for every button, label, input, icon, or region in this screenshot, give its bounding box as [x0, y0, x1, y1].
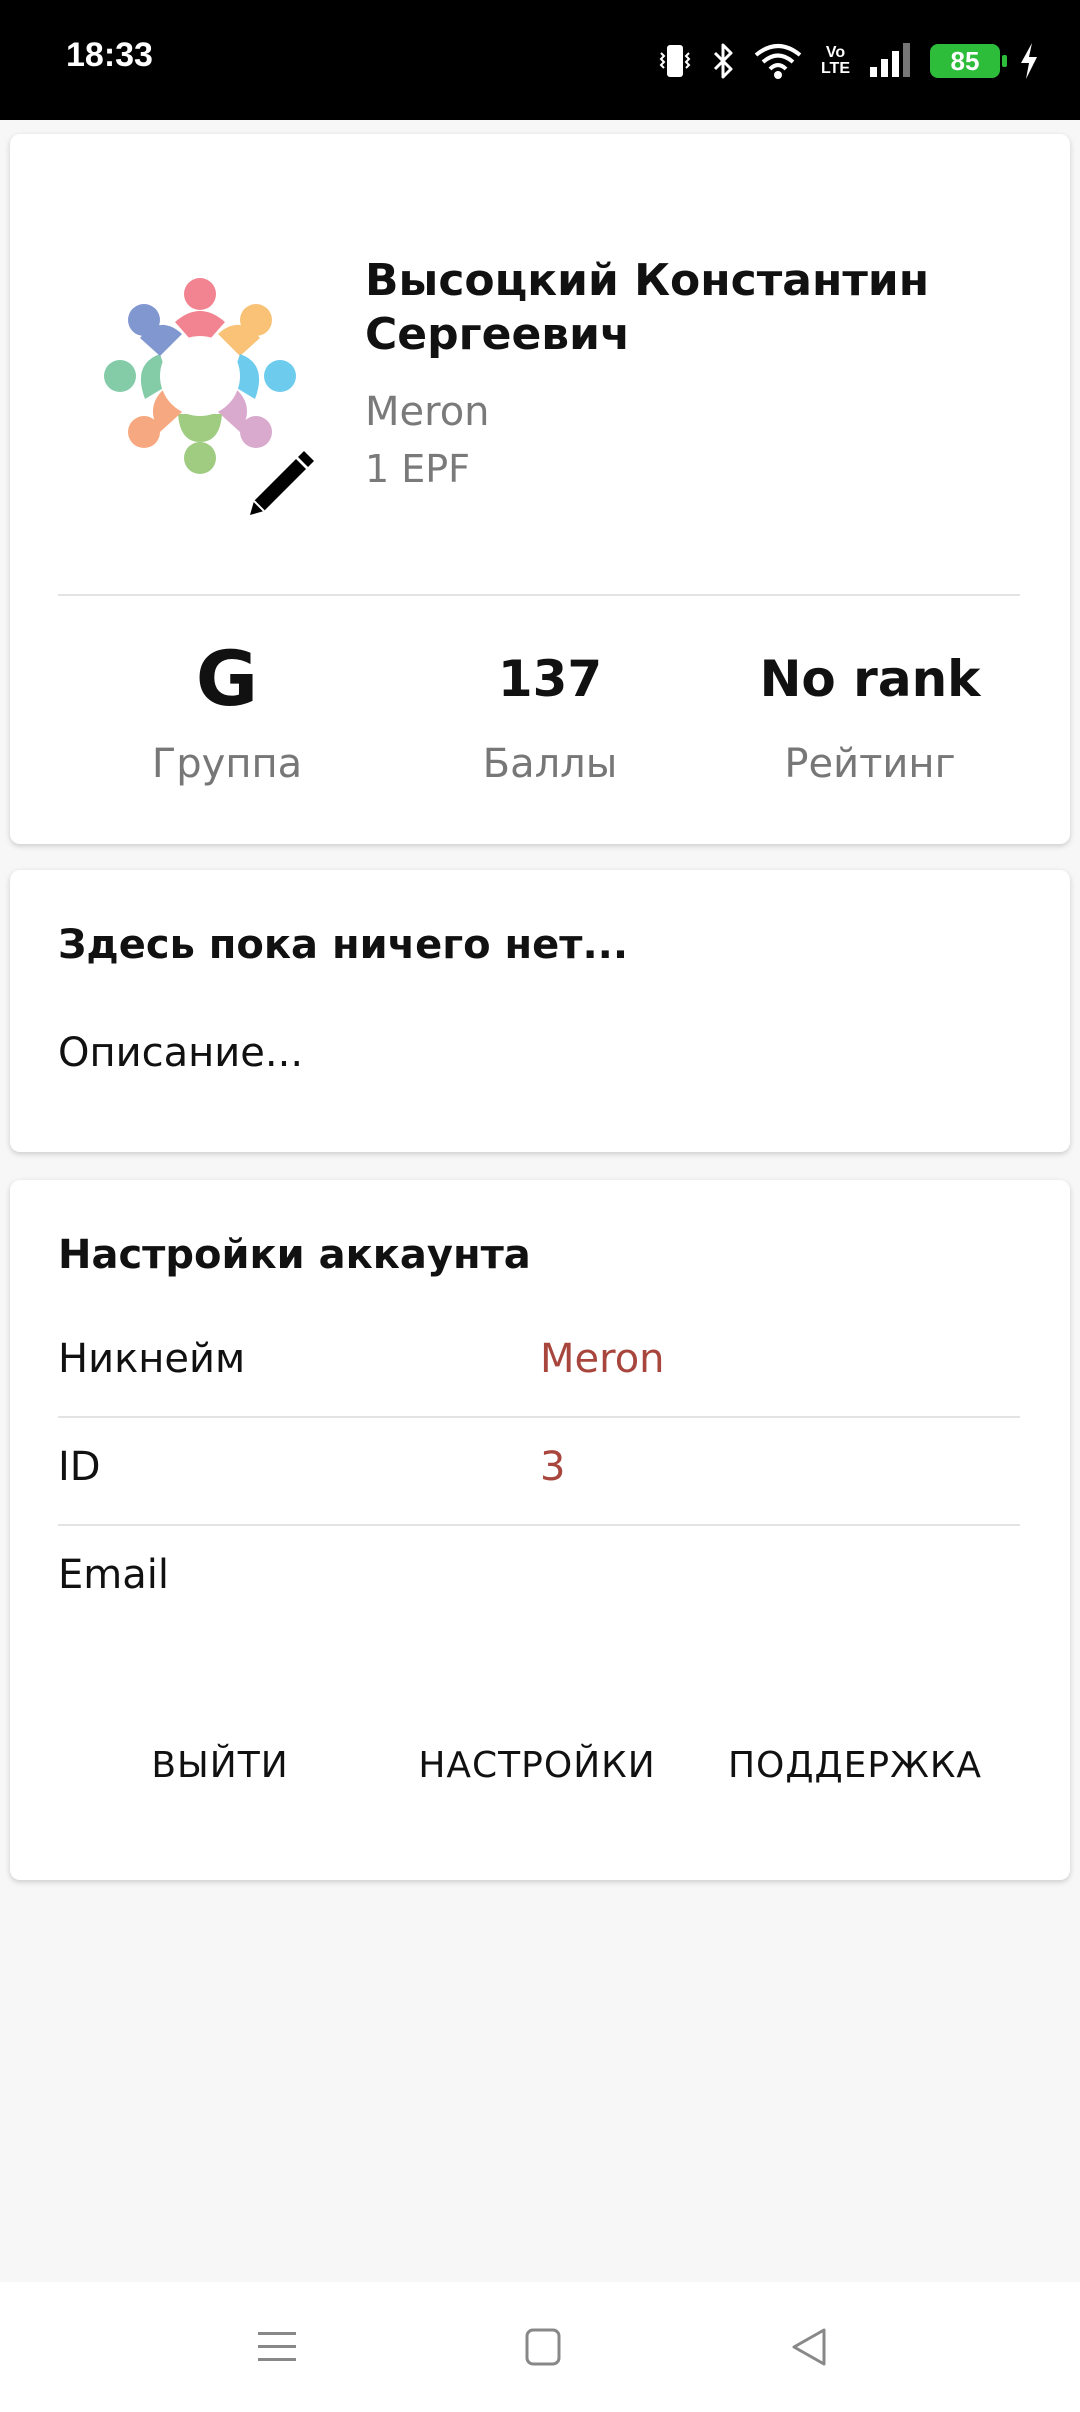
nickname-value[interactable]: Meron — [540, 1336, 665, 1382]
divider — [58, 594, 1020, 596]
description-title: Здесь пока ничего нет... — [58, 922, 629, 968]
description-card: Здесь пока ничего нет... Описание... — [10, 870, 1070, 1152]
signal-icon — [870, 43, 910, 77]
account-settings-card: Настройки аккаунта Никнейм Meron ID 3 Em… — [10, 1180, 1070, 1880]
stat-rating-label: Рейтинг — [784, 741, 956, 787]
stat-points: 137 Баллы — [390, 639, 710, 787]
volte-indicator: Vo LTE — [821, 45, 850, 77]
status-bar: 18:33 Vo LTE 85 — [0, 0, 1080, 120]
vibrate-icon — [659, 45, 691, 77]
volte-bottom: LTE — [820, 60, 850, 77]
divider — [58, 1524, 1020, 1526]
settings-button[interactable]: НАСТРОЙКИ — [397, 1736, 677, 1796]
divider — [58, 1416, 1020, 1418]
pencil-icon[interactable] — [240, 439, 320, 519]
stat-rating: No rank Рейтинг — [710, 639, 1030, 787]
bluetooth-icon — [713, 43, 733, 79]
user-nickname: Meron — [365, 389, 490, 435]
support-button[interactable]: ПОДДЕРЖКА — [715, 1736, 995, 1796]
description-text: Описание... — [58, 1030, 304, 1076]
home-square-icon[interactable] — [523, 2322, 563, 2372]
stat-points-label: Баллы — [482, 741, 618, 787]
id-label: ID — [58, 1444, 101, 1490]
stat-rating-value: No rank — [759, 650, 981, 708]
status-icons: Vo LTE 85 — [657, 36, 1040, 86]
profile-card: Высоцкий Константин Сергеевич Meron 1 EP… — [10, 134, 1070, 844]
nickname-label: Никнейм — [58, 1336, 246, 1382]
logout-button[interactable]: ВЫЙТИ — [80, 1736, 360, 1796]
status-time: 18:33 — [66, 36, 153, 74]
battery-indicator: 85 — [930, 44, 1007, 78]
menu-icon[interactable] — [256, 2322, 298, 2372]
wifi-icon — [754, 44, 802, 79]
navigation-bar — [0, 2282, 1080, 2412]
stat-group: G Группа — [67, 634, 387, 788]
avatar[interactable] — [90, 264, 330, 524]
volte-top: Vo — [825, 44, 846, 61]
stat-group-label: Группа — [151, 741, 303, 787]
id-value: 3 — [540, 1444, 566, 1490]
stat-group-value: G — [195, 634, 259, 723]
back-triangle-icon[interactable] — [788, 2322, 830, 2372]
user-class: 1 EPF — [365, 447, 471, 491]
stat-points-value: 137 — [497, 650, 603, 708]
user-full-name: Высоцкий Константин Сергеевич — [365, 255, 930, 360]
email-label: Email — [58, 1552, 169, 1598]
account-settings-title: Настройки аккаунта — [58, 1232, 531, 1278]
charging-icon — [1021, 43, 1037, 79]
